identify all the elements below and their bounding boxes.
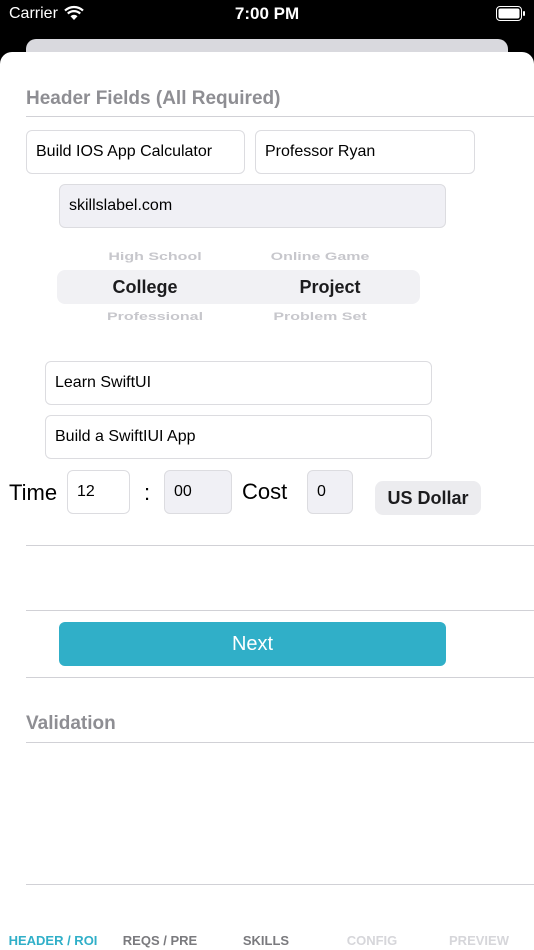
divider: [26, 677, 534, 678]
divider: [26, 545, 534, 546]
tab-config[interactable]: CONFIG: [322, 933, 422, 948]
validation-title: Validation: [26, 713, 116, 734]
tab-bar-divider: [26, 884, 534, 885]
divider: [26, 610, 534, 611]
cost-field[interactable]: 0: [307, 470, 353, 514]
picker-option-selected[interactable]: College: [45, 277, 245, 298]
topic-field[interactable]: Learn SwiftUI: [45, 361, 432, 405]
tab-reqs-pre[interactable]: REQS / PRE: [110, 933, 210, 948]
next-button[interactable]: Next: [59, 622, 446, 666]
divider: [26, 742, 534, 743]
divider: [26, 116, 534, 117]
cost-label: Cost: [242, 479, 288, 504]
website-field[interactable]: skillslabel.com: [59, 184, 446, 228]
tab-skills[interactable]: SKILLS: [216, 933, 316, 948]
clock: 7:00 PM: [234, 4, 300, 23]
time-separator: :: [144, 480, 151, 505]
hours-field[interactable]: 12: [67, 470, 130, 514]
picker-option-selected[interactable]: Project: [230, 277, 430, 298]
header-fields-title: Header Fields (All Required): [26, 88, 281, 109]
course-name-field[interactable]: Build IOS App Calculator: [26, 130, 245, 174]
status-bar: Carrier 7:00 PM: [0, 0, 534, 30]
tab-header-roi[interactable]: HEADER / ROI: [3, 933, 103, 948]
battery-icon: [496, 6, 525, 21]
goal-field[interactable]: Build a SwiftIUI App: [45, 415, 432, 459]
time-label: Time: [9, 480, 58, 505]
currency-button[interactable]: US Dollar: [375, 481, 481, 515]
minutes-field[interactable]: 00: [164, 470, 232, 514]
picker-option[interactable]: Online Game: [220, 251, 420, 264]
tab-preview[interactable]: PREVIEW: [429, 933, 529, 948]
instructor-field[interactable]: Professor Ryan: [255, 130, 475, 174]
picker-option[interactable]: Problem Set: [220, 311, 420, 324]
